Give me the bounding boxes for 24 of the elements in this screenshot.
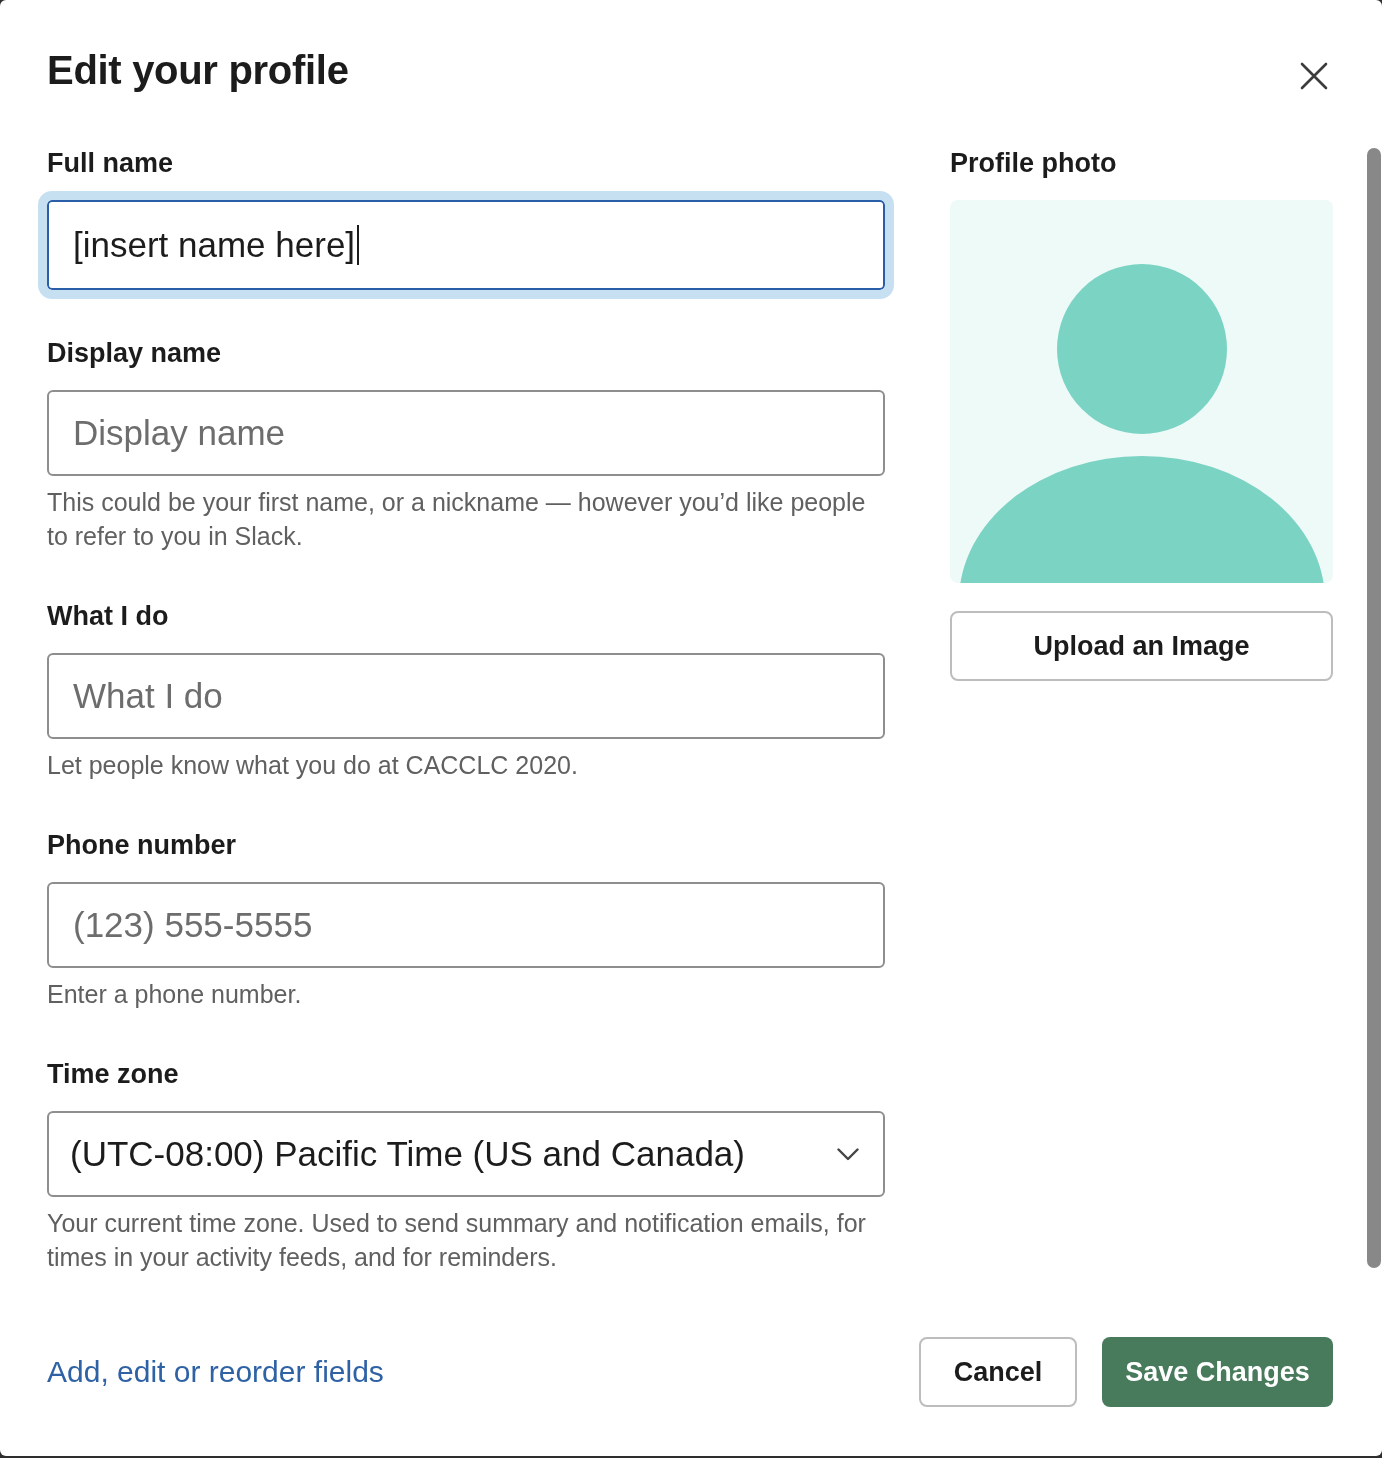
text-input[interactable]: Display name — [47, 390, 885, 476]
field-label: Display name — [47, 337, 223, 370]
close-icon — [1300, 62, 1328, 90]
field-label: Phone number — [47, 829, 237, 862]
scrollbar[interactable] — [1367, 148, 1381, 1268]
text-input[interactable]: (123) 555-5555 — [47, 882, 885, 968]
field-label: What I do — [47, 600, 170, 633]
add-fields-link[interactable]: Add, edit or reorder fields — [47, 1355, 384, 1389]
field-label: Time zone — [47, 1058, 180, 1091]
help-text: Your current time zone. Used to send summary and notification emails, for times in your activity feeds, and for reminders. — [47, 1208, 867, 1273]
help-text: Let people know what you do at CACCLC 2020. — [47, 750, 579, 781]
text-input[interactable]: What I do — [47, 653, 885, 739]
dialog-title: Edit your profile — [47, 47, 349, 94]
field-label: Profile photo — [950, 147, 1118, 180]
chevron-down-icon — [837, 1147, 859, 1161]
close-button[interactable] — [1300, 62, 1328, 90]
cancel-button[interactable]: Cancel — [919, 1337, 1077, 1407]
text-input[interactable]: [insert name here] — [38, 191, 894, 299]
field-label: Full name — [47, 147, 175, 180]
help-text: This could be your first name, or a nickname — however you’d like people to refer to you in Slack. — [47, 487, 867, 552]
save-button[interactable]: Save Changes — [1102, 1337, 1333, 1407]
select-field[interactable]: (UTC-08:00) Pacific Time (US and Canada) — [47, 1111, 885, 1197]
upload-image-button[interactable]: Upload an Image — [950, 611, 1333, 681]
help-text: Enter a phone number. — [47, 979, 303, 1010]
